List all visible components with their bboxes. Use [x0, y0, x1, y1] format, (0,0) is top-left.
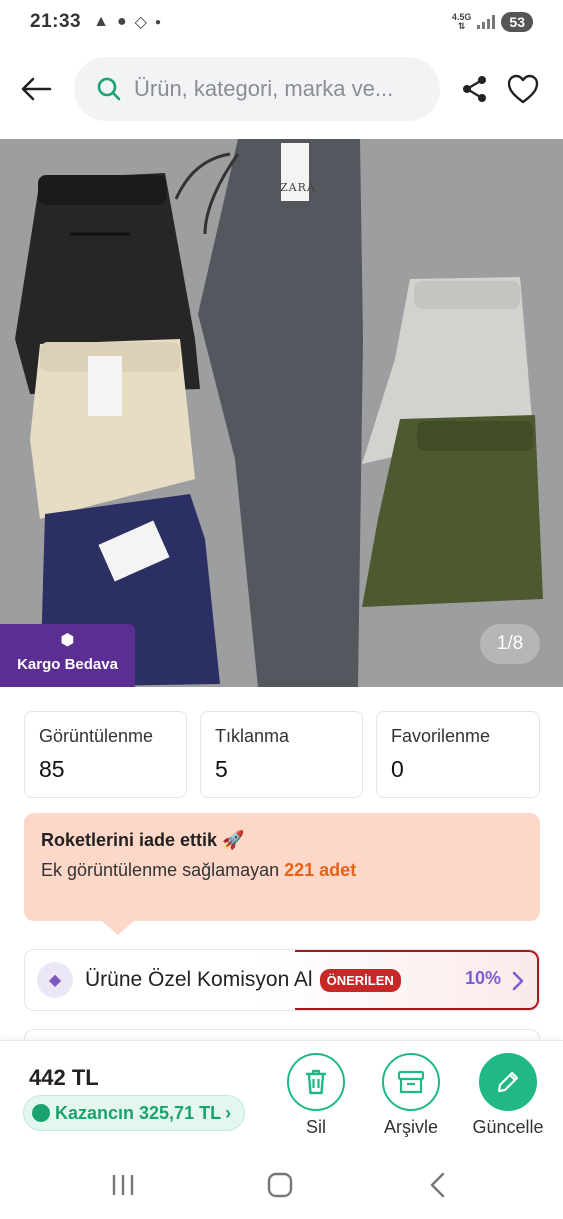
commission-offer-row[interactable]: ◆ Ürüne Özel Komisyon Al ÖNERİLEN 10% — [24, 949, 540, 1011]
heart-icon — [507, 74, 539, 104]
delete-button[interactable]: Sil — [276, 1053, 356, 1138]
bottom-action-bar: 442 TL Kazancın 325,71 TL › Sil Arşivle — [0, 1040, 563, 1152]
status-system-icons: 4.5G ⇅ 53 — [452, 12, 533, 32]
stat-label: Görüntülenme — [39, 726, 154, 746]
status-bar: 21:33 ▲ ● ◇ ● 4.5G ⇅ 53 — [0, 0, 563, 44]
stat-value: 0 — [391, 756, 404, 782]
stat-value: 85 — [39, 756, 65, 782]
back-button[interactable] — [18, 73, 54, 105]
pager-text: 1/8 — [496, 633, 524, 654]
pencil-icon — [497, 1071, 519, 1093]
system-back-icon[interactable] — [427, 1172, 447, 1198]
stat-value: 5 — [215, 756, 228, 782]
wallet-icon — [32, 1104, 50, 1122]
share-icon — [463, 76, 486, 102]
tag-icon: ◇ — [134, 14, 147, 31]
warning-icon: ▲ — [93, 13, 109, 30]
battery-indicator: 53 — [501, 12, 533, 32]
top-app-bar: Ürün, kategori, marka ve... — [0, 56, 563, 122]
network-type: 4.5G ⇅ — [451, 12, 472, 31]
delete-label: Sil — [305, 1117, 326, 1137]
product-photo — [0, 139, 563, 687]
commission-icon: ◆ — [37, 962, 73, 998]
update-button[interactable]: Güncelle — [468, 1053, 548, 1138]
rocket-info-text: Ek görüntülenme sağlamayan 221 adet — [41, 860, 357, 880]
status-notification-icons: ▲ ● ◇ ● — [93, 12, 161, 32]
commission-title: Ürüne Özel Komisyon Al — [85, 968, 313, 991]
brand-tag-text: ZARA — [280, 181, 316, 194]
search-input[interactable]: Ürün, kategori, marka ve... — [74, 57, 440, 121]
free-shipping-badge: ⬢ Kargo Bedava — [0, 624, 135, 687]
stat-label: Tıklanma — [215, 726, 290, 746]
package-icon: ⬢ — [60, 632, 75, 649]
product-image-carousel[interactable]: ZARA 1/8 — [0, 139, 563, 687]
share-button[interactable] — [460, 74, 490, 104]
update-label: Güncelle — [472, 1117, 544, 1137]
system-navigation-bar — [0, 1152, 563, 1219]
rocket-info-title: Roketlerini iade ettik 🚀 — [41, 830, 245, 850]
commission-percent: 10% — [465, 968, 502, 988]
home-icon[interactable] — [266, 1172, 294, 1198]
search-icon — [97, 77, 121, 101]
image-pager: 1/8 — [480, 624, 540, 664]
stat-card-views: Görüntülenme 85 — [24, 711, 187, 798]
chevron-right-icon — [512, 971, 524, 991]
search-placeholder: Ürün, kategori, marka ve... — [134, 76, 394, 101]
archive-button[interactable]: Arşivle — [371, 1053, 451, 1138]
recommended-badge: ÖNERİLEN — [319, 968, 401, 992]
stat-card-favorites: Favorilenme 0 — [376, 711, 540, 798]
trash-icon — [306, 1069, 326, 1095]
earnings-pill[interactable]: Kazancın 325,71 TL › — [23, 1095, 245, 1131]
rocket-count-highlight: 221 adet — [284, 860, 357, 880]
recent-apps-icon[interactable] — [110, 1172, 136, 1198]
archive-label: Arşivle — [383, 1117, 438, 1137]
rocket-refund-info: Roketlerini iade ettik 🚀 Ek görüntülenme… — [24, 813, 540, 935]
signal-icon — [477, 15, 496, 29]
stat-card-clicks: Tıklanma 5 — [200, 711, 363, 798]
free-shipping-label: Kargo Bedava — [17, 656, 118, 673]
status-time: 21:33 — [30, 11, 82, 32]
dot-icon: ● — [154, 16, 161, 28]
archive-icon — [397, 1070, 425, 1094]
back-arrow-icon — [21, 77, 52, 101]
price: 442 TL — [29, 1065, 99, 1090]
favorite-button[interactable] — [506, 73, 540, 105]
stat-label: Favorilenme — [391, 726, 491, 746]
chevron-right-icon: › — [225, 1102, 232, 1123]
earnings-text: Kazancın 325,71 TL — [55, 1102, 222, 1123]
chat-bubble-icon: ● — [116, 13, 127, 30]
